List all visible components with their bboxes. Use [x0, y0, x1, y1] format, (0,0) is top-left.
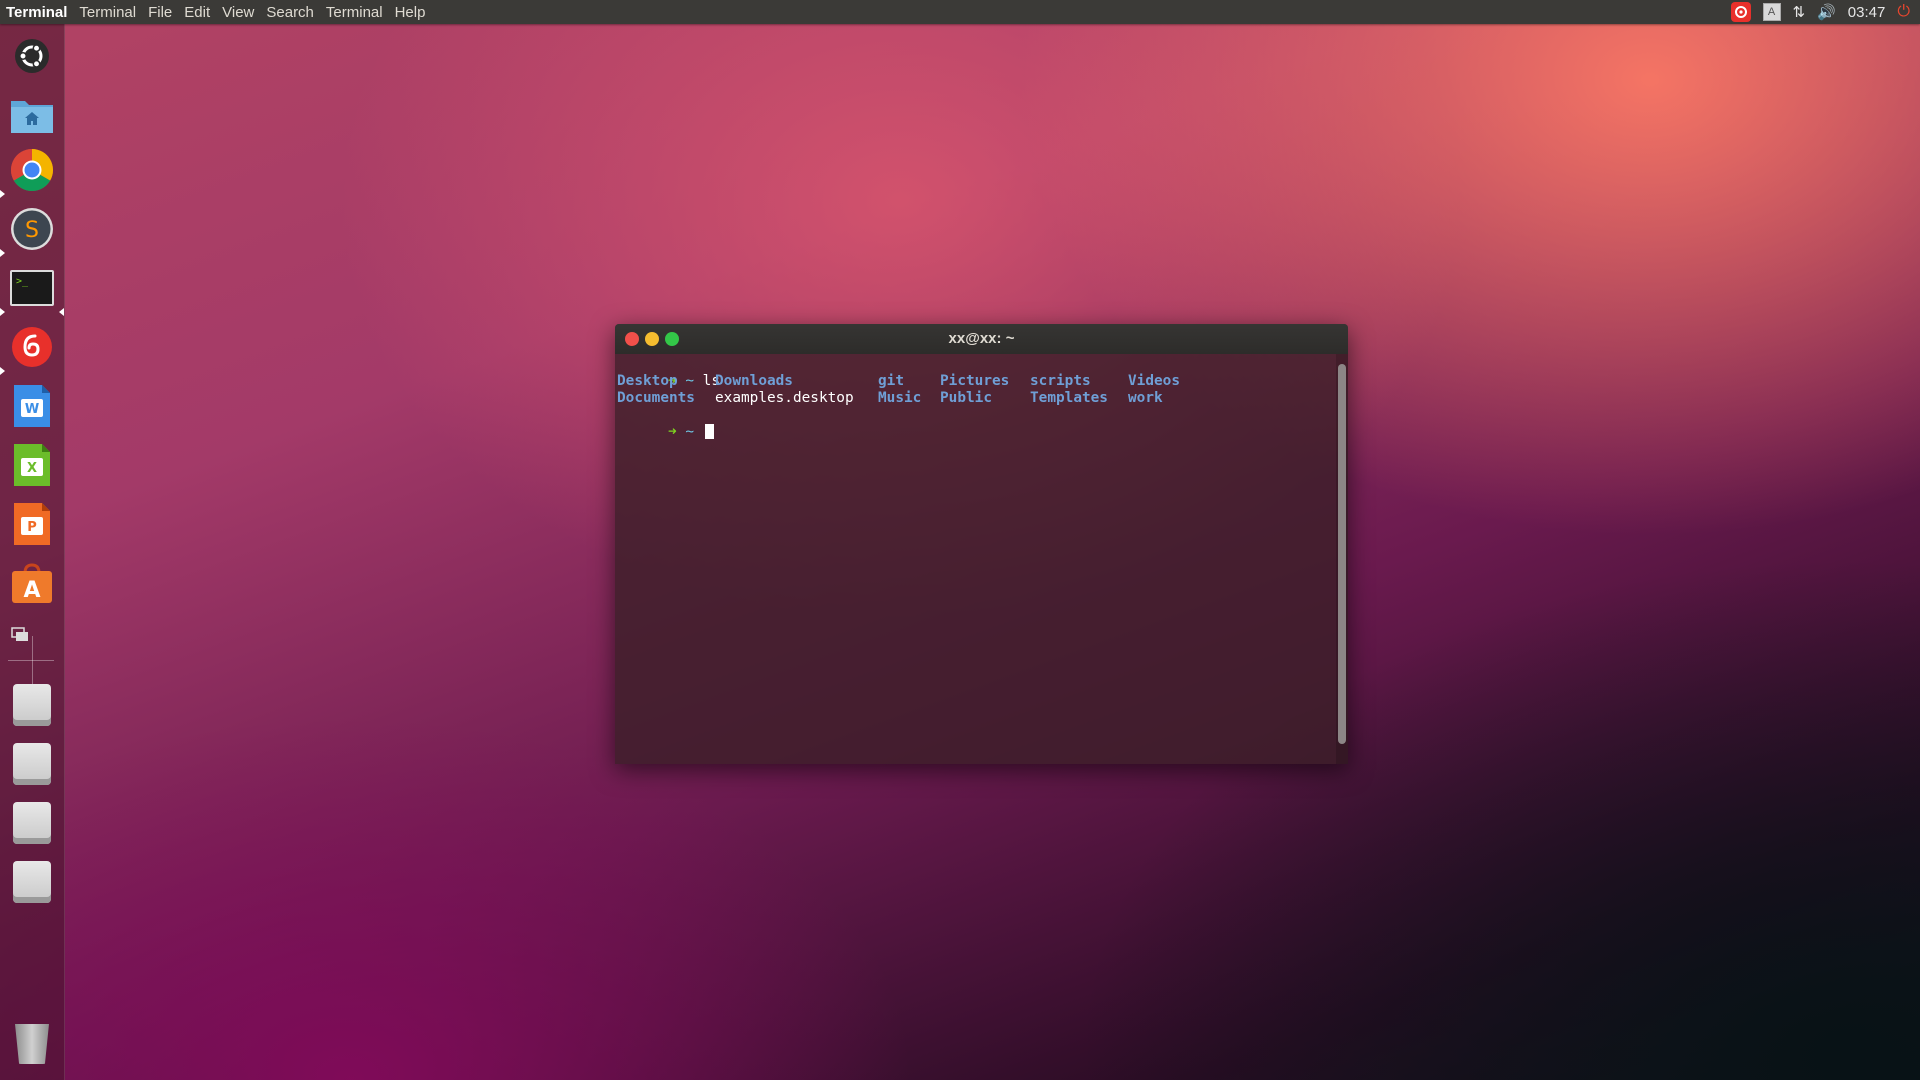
wps-writer-icon: W: [14, 385, 50, 427]
chrome-icon: [10, 149, 54, 192]
drive-icon: [13, 802, 51, 844]
list-item: work: [1128, 390, 1163, 406]
launcher-separator: [8, 660, 54, 661]
terminal-icon: >_: [10, 270, 54, 306]
launcher-item-wps-presentation[interactable]: P: [8, 500, 56, 548]
running-indicator: [0, 308, 5, 316]
launcher-item-netease-music[interactable]: [8, 323, 56, 371]
netease-music-icon: [12, 327, 52, 367]
sublime-text-icon: S: [11, 208, 53, 250]
launcher-item-files[interactable]: [8, 91, 56, 139]
network-icon[interactable]: ⇅: [1793, 3, 1806, 21]
text-cursor: [704, 424, 714, 439]
launcher-item-wps-spreadsheet[interactable]: X: [8, 441, 56, 489]
top-panel: Terminal Terminal File Edit View Search …: [0, 0, 1920, 24]
app-title: Terminal: [6, 3, 68, 21]
running-indicator: [0, 367, 5, 375]
launcher-item-terminal[interactable]: >_: [8, 264, 56, 312]
list-item: git: [878, 373, 904, 389]
launcher-item-dash[interactable]: [8, 32, 56, 80]
menu-view[interactable]: View: [216, 4, 260, 21]
menu-search[interactable]: Search: [260, 4, 320, 21]
running-indicator: [0, 249, 5, 257]
drive-icon: [13, 861, 51, 903]
terminal-output[interactable]: ➜ ~ ls Desktop Downloads git Pictures sc…: [615, 354, 1336, 764]
launcher-item-drive-2[interactable]: [8, 740, 56, 788]
trash-icon: [15, 1024, 49, 1064]
svg-text:>_: >_: [16, 276, 29, 287]
volume-icon[interactable]: 🔊: [1817, 3, 1836, 21]
list-item: Public: [940, 390, 992, 406]
list-item: Downloads: [715, 373, 793, 389]
list-item: Templates: [1030, 390, 1108, 406]
keyboard-layout-icon[interactable]: A: [1762, 3, 1781, 21]
software-center-icon: A: [12, 563, 52, 603]
menu-file[interactable]: File: [142, 4, 178, 21]
ubuntu-logo-icon: [15, 39, 49, 73]
menu-help[interactable]: Help: [389, 4, 432, 21]
svg-text:P: P: [27, 520, 37, 535]
launcher-item-drive-1[interactable]: [8, 681, 56, 729]
drive-icon: [13, 743, 51, 785]
launcher-item-drive-4[interactable]: [8, 858, 56, 906]
svg-text:X: X: [27, 461, 37, 476]
list-item: Music: [878, 390, 922, 406]
svg-text:W: W: [25, 402, 39, 417]
list-item: Desktop: [617, 373, 678, 389]
indicator-area: A ⇅ 🔊 03:47 ⏻: [1730, 0, 1920, 24]
wps-spreadsheet-icon: X: [14, 444, 50, 486]
launcher-item-chrome[interactable]: [8, 146, 56, 194]
scrollbar[interactable]: [1336, 354, 1348, 764]
launcher: S >_ W X P A: [0, 24, 65, 1080]
menu-terminal-2[interactable]: Terminal: [320, 4, 389, 21]
menu-edit[interactable]: Edit: [178, 4, 216, 21]
window-titlebar[interactable]: xx@xx: ~: [615, 324, 1348, 354]
focused-indicator: [59, 308, 64, 316]
list-item: scripts: [1030, 373, 1091, 389]
prompt-arrow-icon: ➜: [667, 424, 677, 440]
svg-text:S: S: [25, 218, 39, 243]
menu-terminal[interactable]: Terminal: [73, 4, 142, 21]
list-item: Pictures: [940, 373, 1010, 389]
listing-row: Documents examples.desktop Music Public …: [616, 390, 1336, 407]
terminal-window[interactable]: xx@xx: ~ ➜ ~ ls Desktop Downloads git Pi…: [615, 324, 1348, 764]
list-item: Videos: [1128, 373, 1180, 389]
netease-music-indicator-icon[interactable]: [1730, 2, 1751, 22]
launcher-item-drive-3[interactable]: [8, 799, 56, 847]
prompt-dir: ~: [685, 424, 694, 440]
launcher-item-trash[interactable]: [8, 1020, 56, 1068]
listing-row: Desktop Downloads git Pictures scripts V…: [616, 373, 1336, 390]
workspace-switcher-icon: [11, 627, 28, 641]
home-folder-icon: [11, 101, 53, 133]
list-item: Documents: [617, 390, 695, 406]
launcher-item-sublime[interactable]: S: [8, 205, 56, 253]
running-indicator: [0, 190, 5, 198]
clock[interactable]: 03:47: [1848, 4, 1886, 21]
list-item: examples.desktop: [715, 390, 854, 406]
launcher-item-wps-writer[interactable]: W: [8, 382, 56, 430]
window-title: xx@xx: ~: [948, 330, 1015, 347]
prompt-line: ➜ ~: [616, 407, 1336, 440]
wps-presentation-icon: P: [14, 503, 50, 545]
scrollbar-thumb[interactable]: [1338, 364, 1346, 744]
svg-text:A: A: [23, 578, 40, 603]
drive-icon: [13, 684, 51, 726]
launcher-item-software-center[interactable]: A: [8, 559, 56, 607]
command-line: ➜ ~ ls: [616, 356, 1336, 389]
power-icon[interactable]: ⏻: [1897, 3, 1910, 21]
